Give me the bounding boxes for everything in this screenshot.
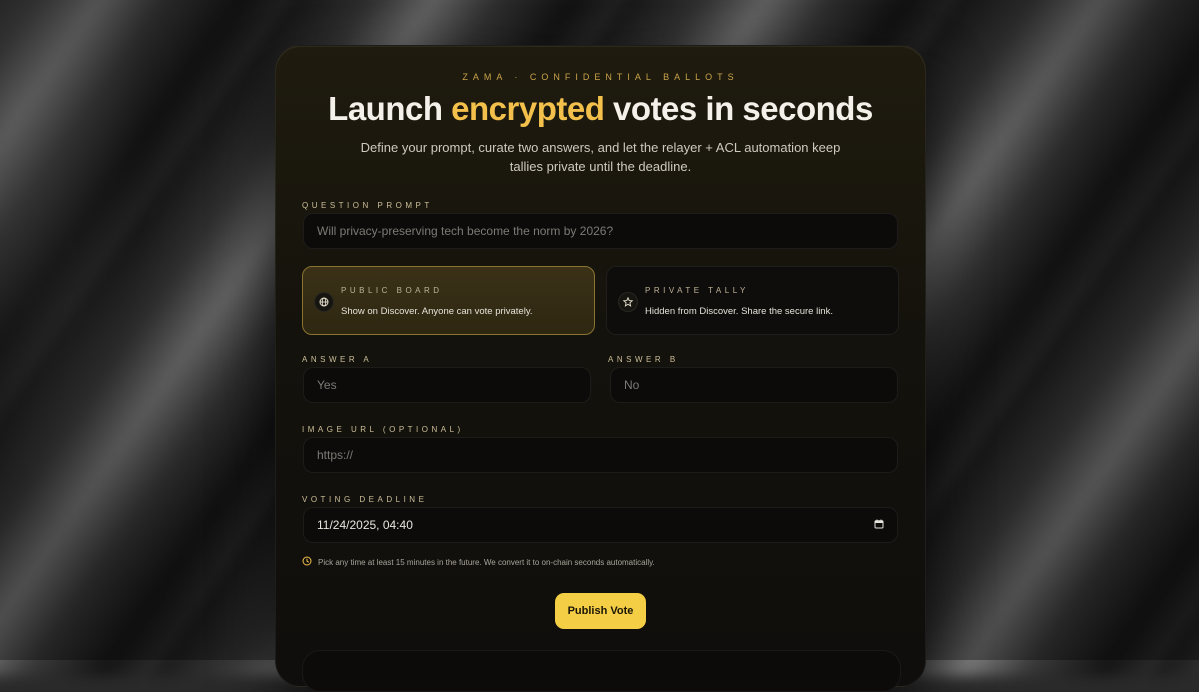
deadline-value: 11/24/2025, 04:40 xyxy=(317,518,413,532)
answer-a-placeholder: Yes xyxy=(317,378,337,392)
calendar-icon[interactable] xyxy=(874,518,884,532)
title-pre: Launch xyxy=(328,90,452,127)
private-tally-desc: Hidden from Discover. Share the secure l… xyxy=(645,306,833,317)
eyebrow: ZAMA · CONFIDENTIAL BALLOTS xyxy=(462,72,739,82)
image-url-placeholder: https:// xyxy=(317,448,354,462)
star-icon xyxy=(618,292,638,312)
question-label: QUESTION PROMPT xyxy=(302,201,433,210)
page-subtitle: Define your prompt, curate two answers, … xyxy=(360,140,841,174)
public-board-title: PUBLIC BOARD xyxy=(341,286,443,295)
publish-vote-button[interactable]: Publish Vote xyxy=(555,593,646,629)
answer-b-label: ANSWER B xyxy=(608,355,679,364)
create-vote-card: ZAMA · CONFIDENTIAL BALLOTS Launch encry… xyxy=(275,45,926,692)
question-placeholder: Will privacy-preserving tech become the … xyxy=(317,224,614,238)
answer-b-placeholder: No xyxy=(624,378,640,392)
deadline-label: VOTING DEADLINE xyxy=(302,495,428,504)
image-url-input[interactable]: https:// xyxy=(303,437,898,473)
answer-b-input[interactable]: No xyxy=(610,367,898,403)
globe-icon xyxy=(314,292,334,312)
private-tally-option[interactable]: PRIVATE TALLY Hidden from Discover. Shar… xyxy=(606,266,899,335)
answer-a-label: ANSWER A xyxy=(302,355,373,364)
deadline-hint: Pick any time at least 15 minutes in the… xyxy=(302,556,655,568)
deadline-hint-text: Pick any time at least 15 minutes in the… xyxy=(318,557,655,567)
private-tally-title: PRIVATE TALLY xyxy=(645,286,749,295)
answer-a-input[interactable]: Yes xyxy=(303,367,591,403)
page-title: Launch encrypted votes in seconds xyxy=(276,90,925,128)
public-board-option[interactable]: PUBLIC BOARD Show on Discover. Anyone ca… xyxy=(302,266,595,335)
image-url-label: IMAGE URL (OPTIONAL) xyxy=(302,425,464,434)
title-post: votes in seconds xyxy=(604,90,873,127)
question-input[interactable]: Will privacy-preserving tech become the … xyxy=(303,213,898,249)
clock-icon xyxy=(302,556,312,568)
bottom-panel xyxy=(302,650,901,692)
deadline-input[interactable]: 11/24/2025, 04:40 xyxy=(303,507,898,543)
public-board-desc: Show on Discover. Anyone can vote privat… xyxy=(341,306,533,317)
title-accent: encrypted xyxy=(451,90,605,127)
